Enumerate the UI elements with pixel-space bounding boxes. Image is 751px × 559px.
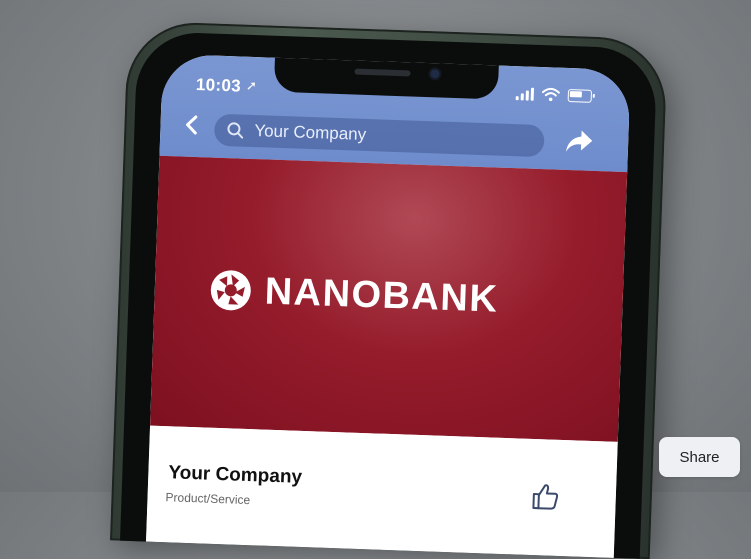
brand-logo: NANOBANK xyxy=(208,268,499,322)
phone-bezel: 10:03 ➚ Your Company NANOBANK Your Compa… xyxy=(120,30,658,559)
phone-notch xyxy=(273,55,499,100)
front-camera xyxy=(430,69,440,79)
cellular-signal-icon xyxy=(515,86,535,101)
battery-icon xyxy=(567,88,593,103)
status-icons xyxy=(515,86,593,103)
phone-screen: 10:03 ➚ Your Company NANOBANK Your Compa… xyxy=(145,53,631,558)
search-input[interactable]: Your Company xyxy=(254,121,366,145)
location-arrow-icon: ➚ xyxy=(245,77,258,94)
share-arrow-icon[interactable] xyxy=(564,128,595,155)
chevron-left-icon xyxy=(186,115,198,135)
status-time: 10:03 xyxy=(195,74,242,96)
share-button[interactable]: Share xyxy=(659,437,740,477)
search-bar[interactable]: Your Company xyxy=(213,113,545,158)
nanobank-aperture-logo-icon xyxy=(210,270,251,311)
page-title: Your Company xyxy=(168,462,303,488)
back-button[interactable] xyxy=(184,115,199,141)
wifi-icon xyxy=(541,87,560,102)
page-category: Product/Service xyxy=(165,490,251,508)
cover-photo: NANOBANK xyxy=(150,155,628,442)
phone-mockup: 10:03 ➚ Your Company NANOBANK Your Compa… xyxy=(110,20,668,559)
earpiece-speaker xyxy=(354,68,411,77)
thumbs-up-icon[interactable] xyxy=(529,481,560,512)
brand-name: NANOBANK xyxy=(264,270,500,321)
search-icon xyxy=(227,122,244,139)
app-header: 10:03 ➚ Your Company xyxy=(159,53,631,173)
